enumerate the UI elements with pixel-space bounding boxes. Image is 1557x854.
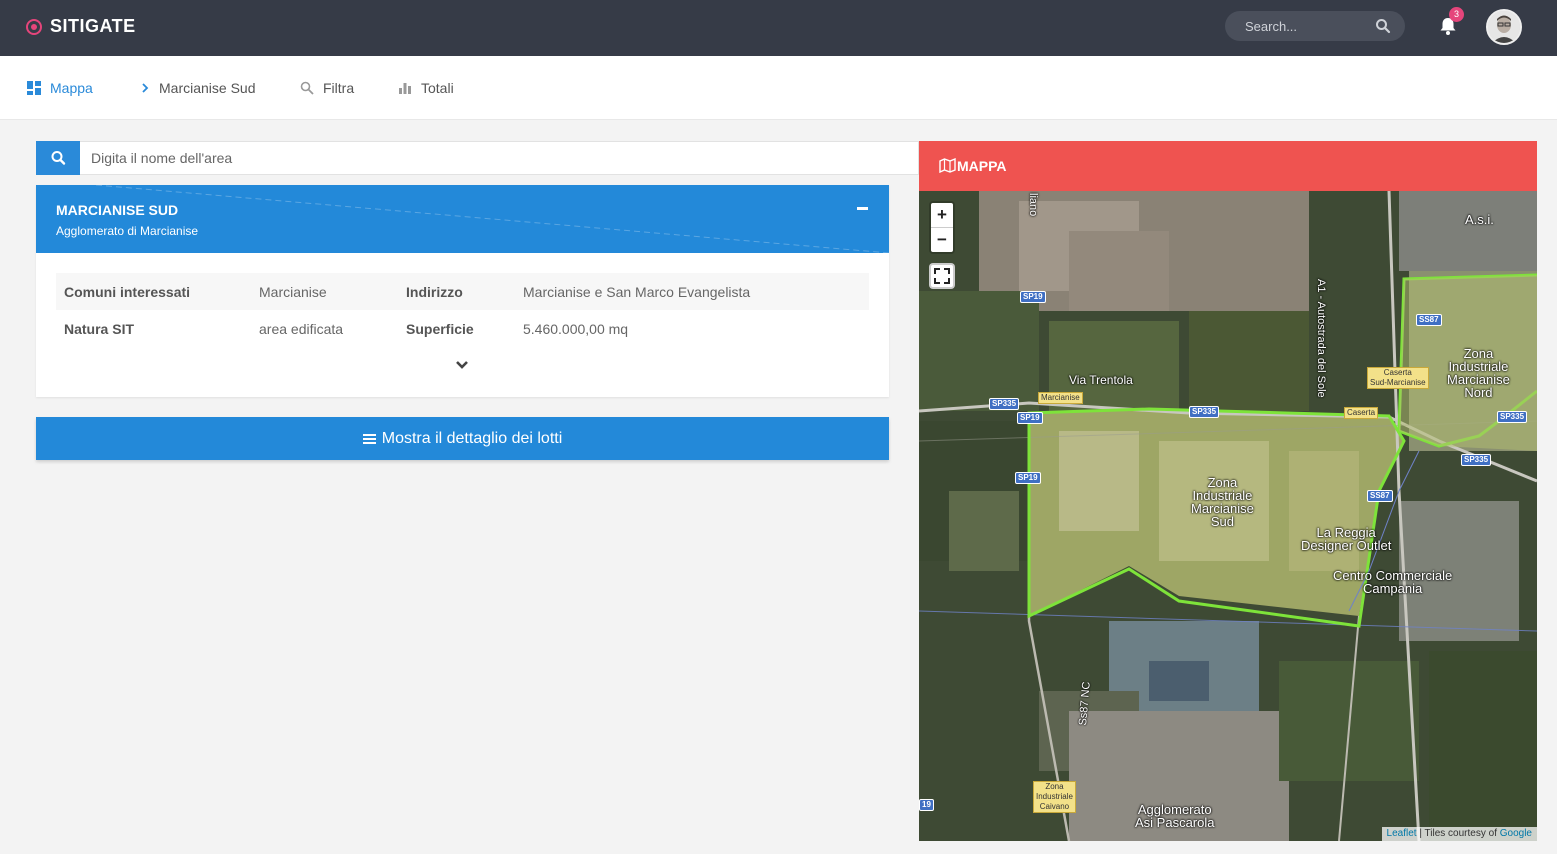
area-card: MARCIANISE SUD Agglomerato di Marcianise…	[36, 185, 889, 397]
global-search	[1225, 11, 1405, 41]
chevron-right-icon	[142, 83, 149, 93]
nav-item-filtra[interactable]: Filtra	[300, 78, 354, 98]
nav-label: Totali	[421, 80, 454, 96]
dashboard-icon	[27, 81, 41, 95]
place-tag: Zona Industriale Caivano	[1033, 781, 1076, 813]
user-photo-icon	[1488, 11, 1520, 43]
brand[interactable]: SITIGATE	[26, 16, 136, 37]
road-shield: SP335	[1497, 411, 1528, 423]
value-comuni: Marcianise	[251, 273, 398, 310]
map-label-via-trentola: Via Trentola	[1069, 373, 1133, 387]
value-superficie: 5.460.000,00 mq	[523, 320, 629, 337]
top-bar: SITIGATE 3	[0, 0, 1557, 56]
area-card-header: MARCIANISE SUD Agglomerato di Marcianise	[36, 185, 889, 253]
map-icon	[939, 158, 956, 173]
google-link[interactable]: Google	[1500, 828, 1532, 839]
breadcrumb-nav: Mappa Marcianise Sud Filtra Totali	[0, 56, 1557, 120]
area-info-table: Comuni interessati Marcianise Indirizzo …	[56, 273, 869, 347]
area-name-input[interactable]	[81, 142, 911, 174]
road-shield: SP335	[1189, 406, 1220, 418]
map-label-pascarola: Agglomerato Asi Pascarola	[1135, 802, 1215, 830]
header-diagonal-decoration	[95, 185, 889, 253]
map-label-zona-sud: Zona Industriale Marcianise Sud	[1191, 475, 1254, 529]
nav-item-marcianise-sud[interactable]: Marcianise Sud	[140, 78, 256, 98]
search-icon	[51, 151, 66, 165]
map-title: MAPPA	[957, 158, 1007, 174]
search-icon	[300, 81, 314, 95]
road-shield: 19	[919, 799, 934, 811]
area-title: MARCIANISE SUD	[56, 202, 179, 218]
label-indirizzo: Indirizzo	[398, 273, 515, 310]
place-tag: Caserta	[1344, 407, 1379, 419]
map-label-asi: A.s.i.	[1465, 212, 1494, 227]
menu-icon	[362, 433, 376, 444]
table-row: Comuni interessati Marcianise Indirizzo …	[56, 273, 869, 310]
zoom-in-button[interactable]: +	[931, 203, 953, 227]
road-shield: SP19	[1017, 412, 1043, 424]
area-subtitle: Agglomerato di Marcianise	[56, 224, 199, 238]
leaflet-link[interactable]: Leaflet	[1387, 828, 1417, 839]
search-icon[interactable]	[1375, 18, 1391, 34]
map-label-reggia: La Reggia Designer Outlet	[1301, 525, 1392, 553]
place-tag: Caserta Sud-Marcianise	[1367, 367, 1429, 389]
map-label-zona-nord: Zona Industriale Marcianise Nord	[1447, 346, 1510, 400]
label-superficie: Superficie	[406, 320, 474, 337]
map-label-autostrada: A1 - Autostrada del Sole	[1315, 279, 1327, 398]
map-label-liano: liano	[1027, 193, 1039, 217]
place-tag: Marcianise	[1038, 392, 1083, 404]
road-shield: SP335	[1461, 454, 1492, 466]
road-shield: SP19	[1015, 472, 1041, 484]
label-comuni: Comuni interessati	[56, 273, 251, 310]
nav-label: Marcianise Sud	[159, 80, 256, 96]
search-input[interactable]	[1225, 11, 1375, 41]
nav-label: Mappa	[50, 80, 93, 96]
label-natura: Natura SIT	[64, 320, 135, 337]
app-name: SITIGATE	[50, 16, 136, 36]
area-search	[36, 141, 919, 175]
fullscreen-icon	[934, 268, 950, 284]
fullscreen-button[interactable]	[929, 263, 955, 289]
road-shield: SS87	[1367, 490, 1393, 502]
logo-icon	[26, 18, 42, 35]
road-shield: SP335	[989, 398, 1020, 410]
show-lots-detail-label: Mostra il dettaglio dei lotti	[381, 429, 563, 447]
value-natura: area edificata	[259, 320, 344, 337]
road-shield: SP19	[1020, 291, 1046, 303]
nav-label: Filtra	[323, 80, 355, 96]
value-indirizzo: Marcianise e San Marco Evangelista	[515, 273, 869, 310]
map-panel: MAPPA Via Trentola Zona Industriale Marc…	[919, 141, 1537, 841]
map-attribution: Leaflet | Tiles courtesy of Google	[1381, 827, 1537, 841]
zoom-out-button[interactable]: −	[931, 228, 953, 252]
attribution-text: | Tiles courtesy of	[1416, 828, 1500, 839]
show-lots-detail-button[interactable]: Mostra il dettaglio dei lotti	[36, 417, 889, 460]
bar-chart-icon	[399, 83, 411, 94]
chevron-down-icon[interactable]	[454, 357, 470, 373]
map-label-centro-commerciale: Centro Commerciale Campania	[1333, 568, 1453, 596]
map-canvas[interactable]: Via Trentola Zona Industriale Marcianise…	[919, 191, 1537, 841]
collapse-icon[interactable]	[856, 201, 870, 215]
nav-item-mappa[interactable]: Mappa	[27, 78, 93, 98]
notification-badge: 3	[1449, 7, 1464, 22]
map-header: MAPPA	[919, 141, 1537, 191]
avatar[interactable]	[1486, 9, 1522, 45]
nav-item-totali[interactable]: Totali	[398, 78, 454, 98]
road-shield: SS87	[1416, 314, 1442, 326]
area-search-button[interactable]	[36, 141, 80, 175]
zoom-control: + −	[929, 201, 955, 254]
table-row: Natura SIT area edificata Superficie 5.4…	[56, 310, 869, 347]
